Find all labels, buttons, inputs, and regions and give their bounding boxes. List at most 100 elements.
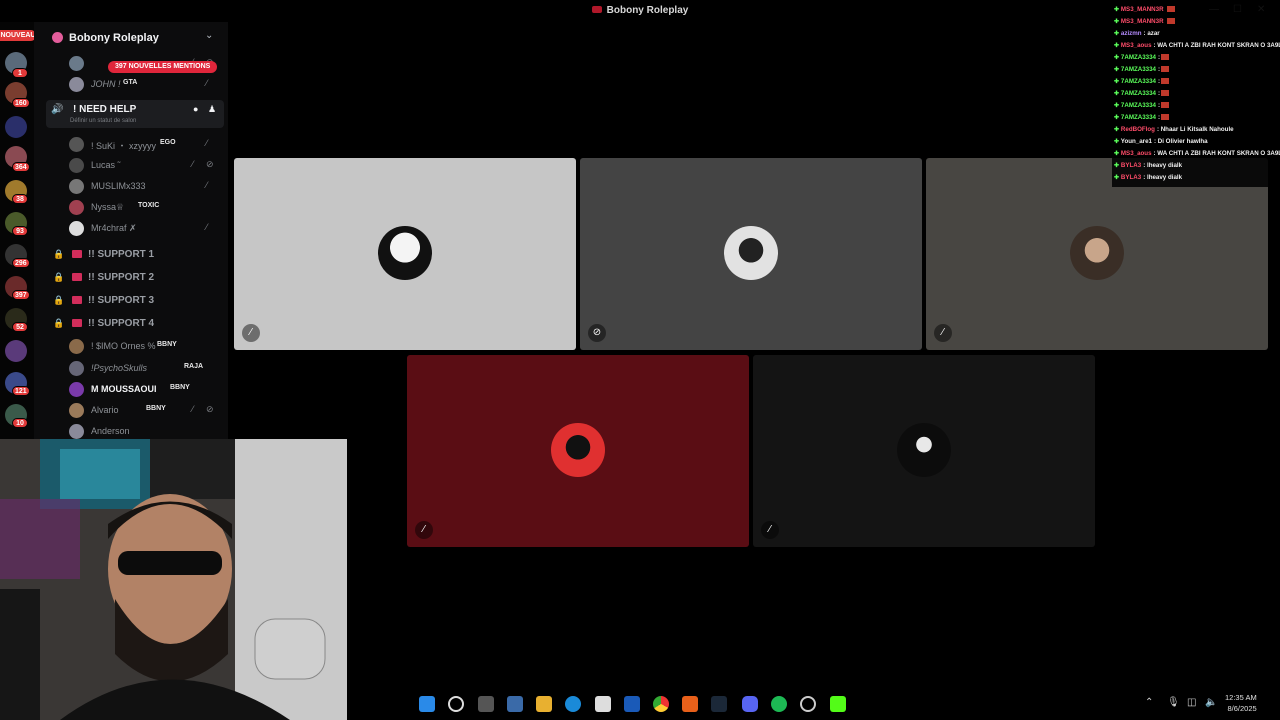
emote-icon: [1166, 18, 1175, 24]
voice-member[interactable]: ! $IMO Ornes % BBNY: [34, 336, 228, 356]
chat-message: ✚ 7AMZA3334:: [1114, 90, 1170, 97]
server-icon[interactable]: [5, 340, 27, 362]
chat-icon[interactable]: ●: [193, 104, 198, 114]
speaker-icon: 🔊: [51, 104, 64, 115]
badge-icon: ✚: [1114, 114, 1121, 121]
voice-member[interactable]: MUSLIMx333 ⁄: [34, 176, 228, 196]
voice-channel-need-help[interactable]: 🔊 ! NEED HELP Définir un statut de salon…: [46, 100, 224, 128]
voice-member[interactable]: Nyssa♕ TOXIC: [34, 197, 228, 217]
mic-off-icon: ⁄: [192, 159, 194, 169]
chat-text: :: [1157, 78, 1161, 85]
chat-text: : Di Olivier hawlha: [1153, 138, 1208, 145]
emote-icon: [1161, 114, 1170, 120]
app-icon[interactable]: [800, 696, 816, 712]
mic-off-icon: ⁄: [206, 138, 208, 148]
chat-username: RedBOFlog: [1120, 126, 1155, 133]
mic-icon[interactable]: 🎙: [1167, 697, 1180, 708]
chat-username: azizmn: [1120, 30, 1142, 37]
lock-icon: 🔒: [53, 272, 65, 282]
lock-icon: 🔒: [53, 249, 65, 259]
chat-username: 7AMZA3334: [1120, 54, 1156, 61]
mic-off-icon: ⁄: [206, 222, 208, 232]
badge-icon: ✚: [1114, 162, 1121, 169]
voice-channel[interactable]: 🔒 !! SUPPORT 1: [46, 244, 226, 266]
clock-time: 12:35 AM: [1225, 693, 1257, 702]
avatar: [69, 403, 84, 418]
app-icon[interactable]: [682, 696, 698, 712]
server-icon[interactable]: [5, 116, 27, 138]
participant-tile[interactable]: ⁄: [753, 355, 1095, 547]
server-badge: 10: [12, 418, 28, 428]
server-rail: NOUVEAU 1 160 364 38 93 296 397 52 121 1…: [0, 22, 36, 440]
member-name: ! SuKi ・ xzyyyy: [91, 141, 157, 151]
chat-message: ✚ BYLA3: lheavy dialk: [1114, 162, 1182, 169]
settings-icon[interactable]: [507, 696, 523, 712]
chevron-down-icon[interactable]: ⌄: [205, 30, 213, 41]
voice-member[interactable]: Alvario BBNY ⊘ ⁄: [34, 400, 228, 420]
chat-text: :: [1157, 90, 1161, 97]
deafened-icon: ⊘: [588, 324, 606, 342]
avatar: [69, 424, 84, 439]
member-name: Mr4chraf ✗: [91, 223, 137, 233]
server-name: Bobony Roleplay: [69, 32, 159, 44]
folder-icon[interactable]: [536, 696, 552, 712]
window-title: Bobony Roleplay: [0, 5, 1280, 16]
chrome-icon[interactable]: [653, 696, 669, 712]
badge-icon: ✚: [1114, 30, 1121, 37]
badge-icon: ✚: [1114, 6, 1121, 13]
voice-channel[interactable]: 🔒 !! SUPPORT 4: [46, 313, 226, 335]
edge-icon[interactable]: [565, 696, 581, 712]
voice-channel[interactable]: 🔒 !! SUPPORT 3: [46, 290, 226, 312]
taskbar-clock[interactable]: 12:35 AM 8/6/2025: [1225, 692, 1257, 714]
avatar: [69, 158, 84, 173]
discord-icon[interactable]: [742, 696, 758, 712]
chat-username: MS3_MANN3R: [1120, 6, 1164, 13]
sos-icon: [72, 296, 82, 304]
outlook-icon[interactable]: [624, 696, 640, 712]
member-tag: GTA: [123, 79, 138, 86]
voice-member[interactable]: JOHN ! GTA ⁄: [34, 74, 228, 94]
new-mentions-badge[interactable]: 397 NOUVELLES MENTIONS: [108, 61, 218, 73]
chat-message: ✚ 7AMZA3334:: [1114, 54, 1170, 61]
server-header[interactable]: Bobony Roleplay ⌄: [34, 22, 228, 52]
search-icon[interactable]: [448, 696, 464, 712]
badge-icon: ✚: [1114, 54, 1121, 61]
voice-member[interactable]: Mr4chraf ✗ ⁄: [34, 218, 228, 238]
chat-username: Youn_are1: [1120, 138, 1152, 145]
voice-member[interactable]: ! SuKi ・ xzyyyy EGO ⁄: [34, 134, 228, 154]
wifi-icon[interactable]: ◫: [1187, 697, 1196, 708]
task-view-icon[interactable]: [478, 696, 494, 712]
taskbar: ⌃ 🎙 ◫ 🔈: [347, 688, 1280, 720]
server-badge: 364: [12, 162, 30, 172]
chat-username: BYLA3: [1120, 174, 1142, 181]
badge-icon: ✚: [1114, 174, 1121, 181]
spotify-icon[interactable]: [771, 696, 787, 712]
channel-name: ! NEED HELP: [73, 104, 137, 115]
window-title-text: Bobony Roleplay: [606, 5, 689, 16]
badge-icon: ✚: [1114, 138, 1121, 145]
participant-tile[interactable]: ⊘: [580, 158, 922, 350]
server-badge: 1: [12, 68, 28, 78]
voice-channel[interactable]: 🔒 !! SUPPORT 2: [46, 267, 226, 289]
mic-off-icon: ⁄: [192, 404, 194, 414]
kick-icon[interactable]: [830, 696, 846, 712]
chevron-up-icon[interactable]: ⌃: [1145, 697, 1153, 708]
badge-icon: ✚: [1114, 18, 1121, 25]
store-icon[interactable]: [595, 696, 611, 712]
voice-member[interactable]: Anderson: [34, 421, 228, 440]
steam-icon[interactable]: [711, 696, 727, 712]
start-icon[interactable]: [419, 696, 435, 712]
new-badge[interactable]: NOUVEAU: [0, 30, 36, 41]
volume-icon[interactable]: 🔈: [1205, 697, 1217, 708]
chat-message: ✚ BYLA3: lheavy dialk: [1114, 174, 1182, 181]
avatar: [69, 137, 84, 152]
voice-member[interactable]: M MOUSSAOUI BBNY: [34, 379, 228, 399]
invite-icon[interactable]: ♟: [208, 104, 216, 115]
participant-tile[interactable]: ⁄: [407, 355, 749, 547]
chat-text: :: [1157, 102, 1161, 109]
channel-status[interactable]: Définir un statut de salon: [70, 118, 136, 124]
participant-tile[interactable]: ⁄: [234, 158, 576, 350]
stream-chat-overlay: ✚ MS3_MANN3R ✚ MS3_MANN3R ✚ azizmn: azar ✚ …: [1112, 3, 1280, 187]
voice-member[interactable]: Lucas ˜ ⊘ ⁄: [34, 155, 228, 175]
voice-member[interactable]: !PsychoSkulls RAJA: [34, 358, 228, 378]
